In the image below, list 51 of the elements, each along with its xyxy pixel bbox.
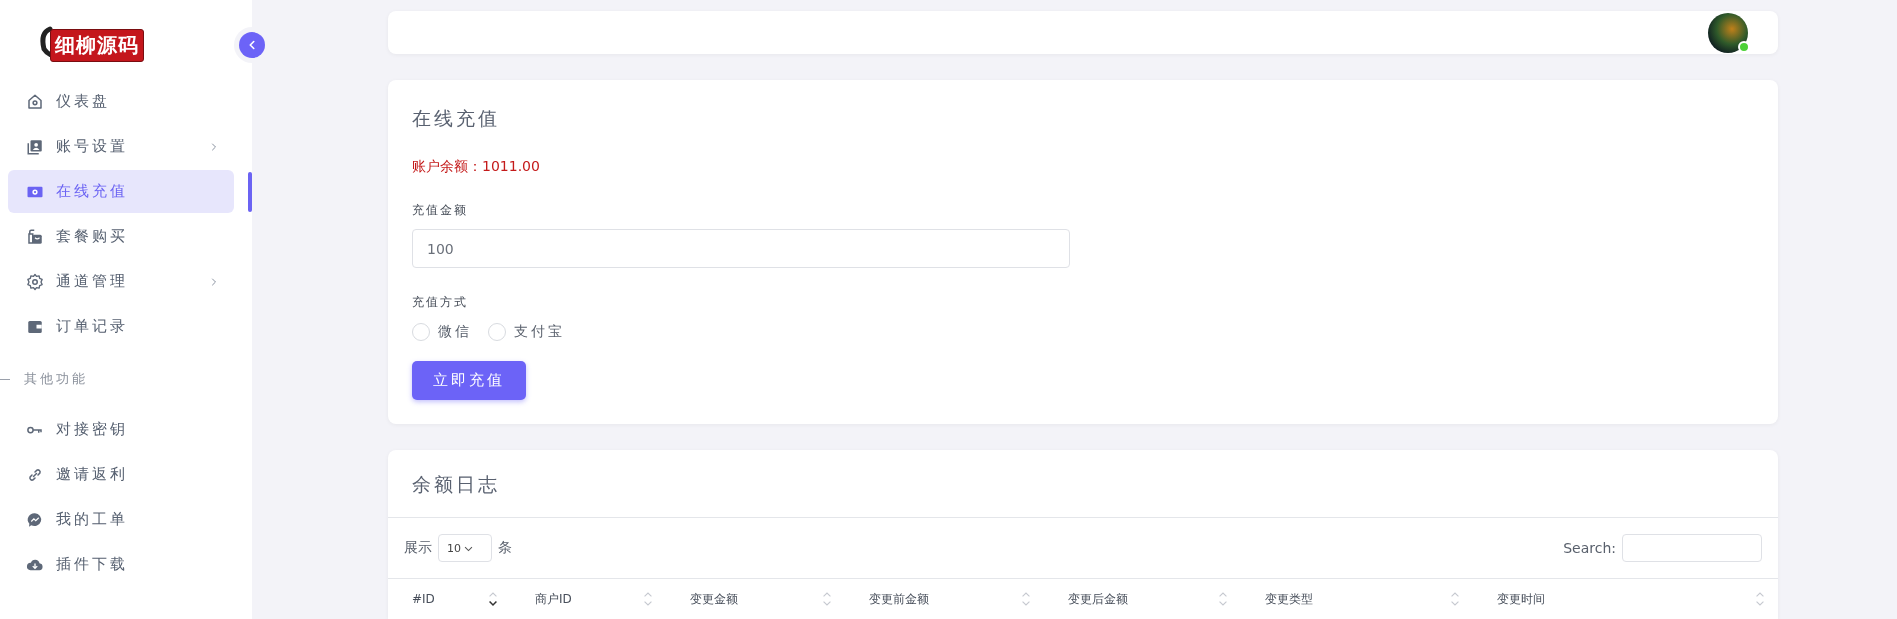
column-header[interactable]: 变更类型	[1241, 579, 1473, 619]
avatar[interactable]	[1708, 12, 1748, 53]
column-header[interactable]: 商户ID	[511, 579, 666, 619]
page-size-label: 展示	[404, 539, 432, 557]
field-label: 充值方式	[412, 294, 468, 311]
sort-icon	[1217, 591, 1229, 607]
sidebar-item[interactable]: 对接密钥	[8, 408, 236, 451]
sort-icon	[642, 591, 654, 607]
sort-icon	[1449, 591, 1461, 607]
sort-icon	[1020, 591, 1032, 607]
sidebar-item[interactable]: 我的工单	[8, 498, 236, 541]
sidebar-item[interactable]: 插件下载	[8, 543, 236, 586]
page-size-select[interactable]: 10	[438, 534, 492, 562]
sidebar-item[interactable]: 账号设置	[8, 125, 236, 168]
card-title: 在线充值	[412, 106, 500, 131]
search-label: Search:	[1563, 540, 1616, 556]
settings-icon	[26, 272, 44, 291]
section-rule	[0, 378, 10, 380]
column-header[interactable]: 变更金额	[666, 579, 845, 619]
active-indicator	[248, 171, 252, 212]
section-heading: 其他功能	[24, 370, 88, 388]
sidebar-item[interactable]: 套餐购买	[8, 215, 236, 258]
field-label: 充值金额	[412, 202, 468, 219]
sort-icon	[821, 591, 833, 607]
sidebar-item[interactable]: 订单记录	[8, 305, 236, 348]
chat-bubble-icon	[26, 510, 44, 529]
sidebar-item[interactable]: 仪表盘	[8, 80, 236, 123]
card-title: 余额日志	[388, 450, 1778, 518]
radio-button[interactable]	[488, 323, 506, 341]
amount-input-field[interactable]: 100	[412, 229, 1070, 268]
column-header[interactable]: 变更前金额	[845, 579, 1044, 619]
sidebar-item[interactable]: 在线充值	[8, 170, 235, 213]
page-size-unit: 条	[498, 539, 512, 557]
column-header[interactable]: 变更时间	[1473, 579, 1778, 619]
shopping-bag-icon	[26, 227, 44, 246]
column-header[interactable]: #ID	[388, 579, 511, 619]
radio-label[interactable]: 微信	[438, 323, 472, 341]
recharge-button[interactable]: 立即充值	[412, 361, 526, 400]
logo-text: 细柳源码	[50, 28, 144, 62]
contact-card-icon	[26, 137, 44, 156]
column-header[interactable]: 变更后金额	[1044, 579, 1241, 619]
sidebar-item[interactable]: 通道管理	[8, 260, 236, 303]
home-icon	[26, 92, 44, 111]
balance-text: 账户余额：1011.00	[412, 158, 540, 176]
radio-button[interactable]	[412, 323, 430, 341]
sort-icon	[487, 591, 499, 607]
search-field[interactable]	[1622, 534, 1762, 562]
sidebar-item[interactable]: 邀请返利	[8, 453, 236, 496]
radio-label[interactable]: 支付宝	[514, 323, 565, 341]
avatar-picture	[1708, 12, 1748, 53]
sort-icon	[1754, 591, 1766, 607]
